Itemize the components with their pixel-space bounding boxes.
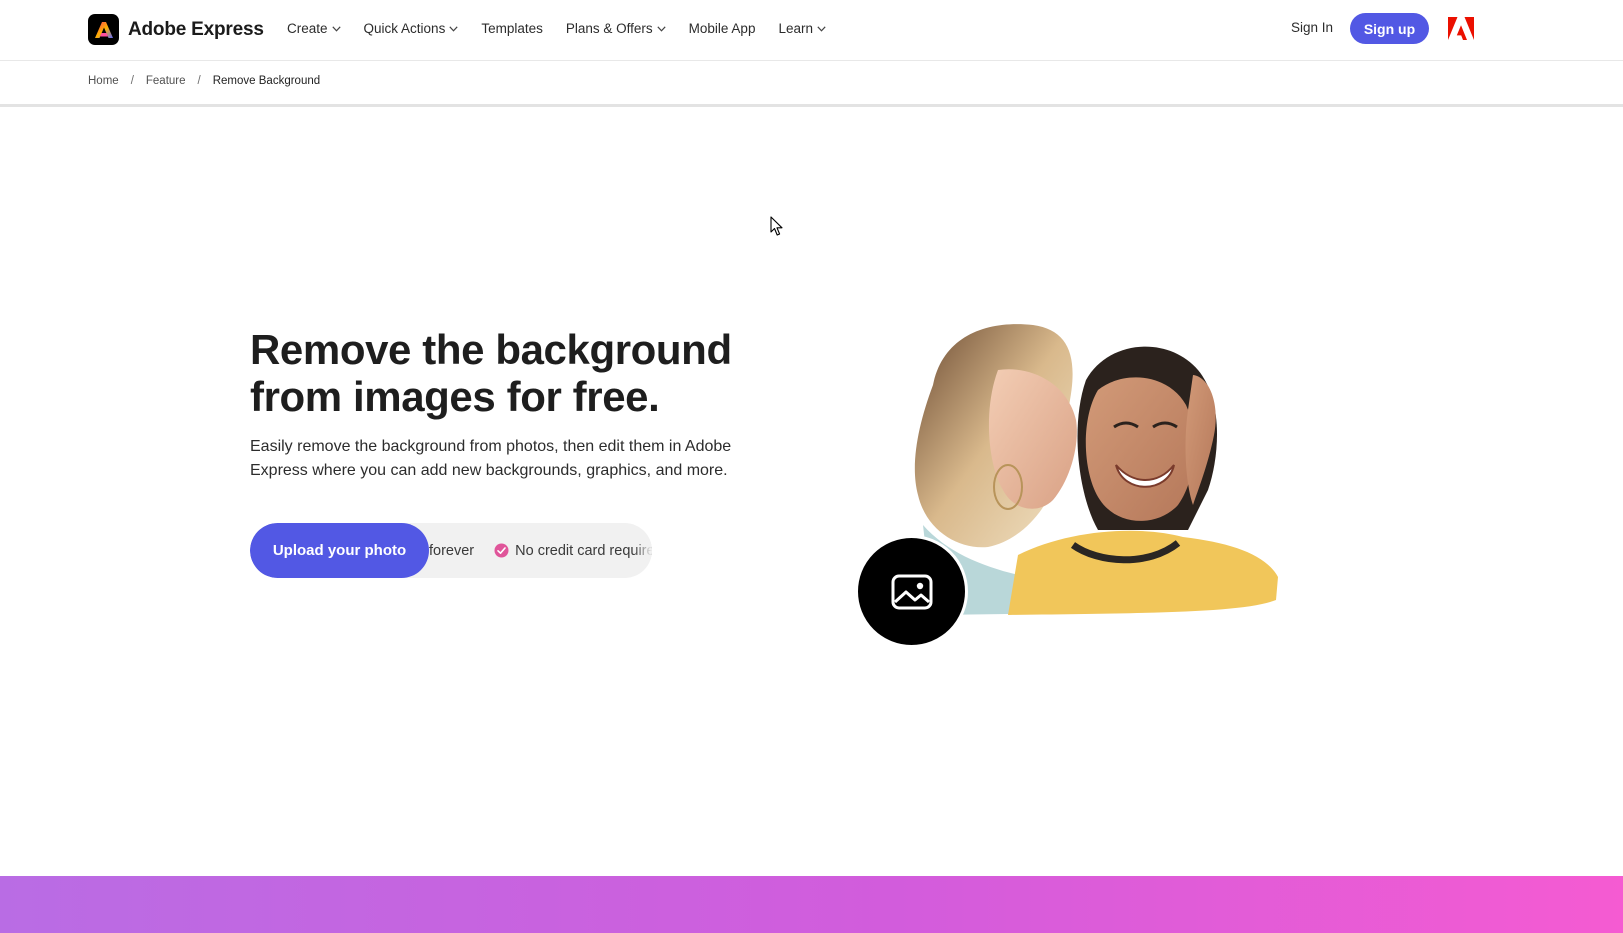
photo-badge[interactable]: [855, 535, 968, 648]
brand-logo-link[interactable]: Adobe Express: [88, 14, 264, 45]
chevron-down-icon: [817, 25, 826, 32]
upload-photo-button[interactable]: Upload your photo: [250, 523, 429, 578]
nav-templates[interactable]: Templates: [481, 21, 543, 36]
nav-plans-offers-label: Plans & Offers: [565, 21, 653, 36]
hero-subtitle: Easily remove the background from photos…: [250, 438, 732, 479]
section-gradient-band: [0, 876, 1623, 933]
nav-learn[interactable]: Learn: [778, 21, 826, 36]
brand-name: Adobe Express: [128, 18, 264, 40]
breadcrumb-feature[interactable]: Feature: [146, 75, 186, 87]
adobe-express-logo-icon: [88, 14, 119, 45]
hero-title-line-1: Remove the background: [250, 326, 732, 373]
chevron-down-icon: [331, 25, 341, 32]
ticker-item-label: forever: [429, 542, 475, 559]
nav-plans-offers[interactable]: Plans & Offers: [566, 21, 666, 36]
nav-templates-label: Templates: [481, 21, 543, 36]
breadcrumb: Home / Feature / Remove Background: [88, 75, 320, 87]
nav-quick-actions[interactable]: Quick Actions: [364, 21, 459, 36]
hero-title-line-2: from images for free.: [250, 373, 660, 420]
mouse-cursor-icon: [770, 216, 783, 236]
top-navigation: Adobe Express Create Quick Actions Templ…: [0, 0, 1623, 61]
image-icon: [891, 574, 932, 609]
ticker-item: forever: [429, 543, 474, 559]
sign-up-button[interactable]: Sign up: [1350, 13, 1429, 44]
cta-group: Upload your photo forever No credit card…: [250, 523, 652, 578]
nav-create[interactable]: Create: [287, 21, 341, 36]
sign-in-link[interactable]: Sign In: [1291, 20, 1333, 35]
breadcrumb-current-page: Remove Background: [212, 75, 321, 87]
ticker-fade: [634, 523, 652, 578]
check-circle-icon: [494, 543, 509, 558]
ticker-item: No credit card require: [494, 543, 652, 559]
chevron-down-icon: [449, 25, 458, 32]
breadcrumb-separator: /: [130, 75, 134, 87]
nav-mobile-app[interactable]: Mobile App: [689, 21, 756, 36]
benefits-ticker: forever No credit card require: [429, 523, 652, 578]
breadcrumb-home[interactable]: Home: [88, 75, 119, 87]
nav-create-label: Create: [287, 21, 328, 36]
nav-mobile-app-label: Mobile App: [688, 21, 756, 36]
breadcrumb-separator: /: [197, 75, 201, 87]
main-nav: Create Quick Actions Templates Plans & O…: [287, 0, 849, 57]
nav-quick-actions-label: Quick Actions: [363, 21, 446, 36]
chevron-down-icon: [657, 25, 666, 32]
nav-learn-label: Learn: [778, 21, 813, 36]
ticker-item-label: No credit card require: [515, 542, 652, 559]
breadcrumb-bar: Home / Feature / Remove Background: [0, 61, 1623, 107]
adobe-logo-icon[interactable]: [1448, 17, 1474, 40]
hero-title: Remove the background from images for fr…: [250, 326, 790, 420]
